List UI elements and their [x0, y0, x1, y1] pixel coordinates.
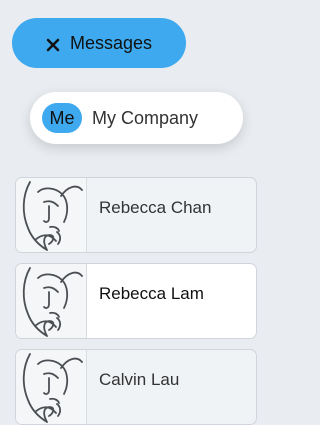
messages-label: Messages: [69, 32, 153, 53]
contact-card-rebecca-lam[interactable]: Rebecca Lam: [15, 263, 257, 339]
company-label[interactable]: My Company: [92, 108, 198, 129]
contact-card-rebecca-chan[interactable]: Rebecca Chan: [15, 177, 257, 253]
company-toggle[interactable]: Me My Company: [30, 92, 243, 144]
line-art-face-icon: [22, 267, 83, 337]
avatar: [16, 178, 87, 252]
contact-card-calvin-lau[interactable]: Calvin Lau: [15, 349, 257, 425]
contact-name: Rebecca Chan: [99, 198, 212, 217]
close-icon[interactable]: [46, 36, 60, 52]
avatar: [16, 350, 87, 424]
contact-name: Rebecca Lam: [99, 284, 204, 303]
me-badge[interactable]: Me: [42, 103, 82, 133]
line-art-face-icon: [22, 181, 83, 251]
messages-button[interactable]: Messages: [12, 18, 186, 68]
line-art-face-icon: [22, 353, 83, 423]
contact-name: Calvin Lau: [99, 370, 180, 389]
avatar: [16, 264, 87, 338]
